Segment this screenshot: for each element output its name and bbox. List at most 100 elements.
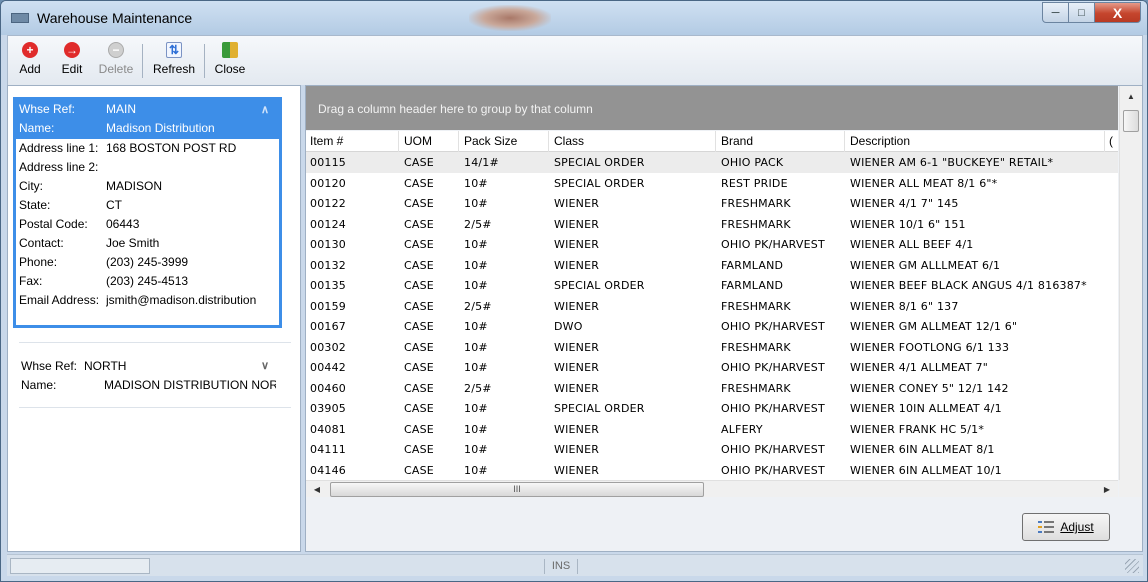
resize-grip-icon[interactable] [1125, 559, 1139, 573]
cell-class: WIENER [554, 361, 600, 374]
whse-ref-row: Whse Ref: NORTH [16, 357, 286, 376]
vertical-scroll-thumb[interactable] [1123, 110, 1139, 132]
edit-button[interactable]: → Edit [54, 38, 90, 84]
cell-brand: OHIO PK/HARVEST [721, 361, 825, 374]
cell-class: SPECIAL ORDER [554, 156, 645, 169]
table-row[interactable]: 00130 CASE 10# WIENER OHIO PK/HARVEST WIENER … [306, 234, 1118, 255]
state-label: State: [19, 198, 51, 212]
column-header-pack-size[interactable]: Pack Size [464, 134, 517, 148]
grid-header: Item # UOM Pack Size Class Brand Descrip… [306, 131, 1118, 152]
table-row[interactable]: 00135 CASE 10# SPECIAL ORDER FARMLAND WIENER … [306, 275, 1118, 296]
contact-label: Contact: [19, 236, 64, 250]
cell-description: WIENER GM ALLLMEAT 6/1 [850, 258, 1001, 272]
cell-description: WIENER 4/1 ALLMEAT 7" [850, 361, 988, 374]
cell-uom: CASE [404, 197, 434, 210]
warehouse-card-north[interactable]: Whse Ref: NORTH ∨ Name: MADISON DISTRIBU… [13, 353, 285, 397]
adjust-button-label: Adjust [1060, 520, 1094, 534]
table-row[interactable]: 00167 CASE 10# DWO OHIO PK/HARVEST WIENER GM … [306, 316, 1118, 337]
postal-code-label: Postal Code: [19, 217, 88, 231]
group-by-area[interactable]: Drag a column header here to group by th… [306, 86, 1118, 130]
address1-value: 168 BOSTON POST RD [106, 141, 237, 155]
phone-value: (203) 245-3999 [106, 255, 189, 269]
city-row: City: MADISON [19, 177, 282, 196]
whse-name-value: MADISON DISTRIBUTION NORTH [104, 378, 276, 392]
column-header-item[interactable]: Item # [310, 134, 343, 148]
scroll-right-icon[interactable]: ▶ [1098, 481, 1116, 498]
table-row[interactable]: 00122 CASE 10# WIENER FRESHMARK WIENER 4/1 7"… [306, 193, 1118, 214]
cell-uom: CASE [404, 299, 434, 313]
cell-pack-size: 10# [464, 238, 488, 251]
window-close-button[interactable]: X [1095, 2, 1141, 23]
cell-class: WIENER [554, 463, 600, 477]
cell-class: WIENER [554, 217, 600, 231]
warehouse-card-main[interactable]: Whse Ref: MAIN ∧ Name: Madison Distribut… [13, 97, 282, 328]
whse-name-row: Name: Madison Distribution [19, 119, 282, 138]
cell-class: SPECIAL ORDER [554, 402, 645, 415]
cell-class: WIENER [554, 443, 600, 456]
collapse-icon[interactable]: ∧ [261, 103, 269, 116]
whse-ref-label: Whse Ref: [19, 102, 76, 116]
cell-class: WIENER [554, 381, 600, 395]
address2-label: Address line 2: [19, 160, 99, 174]
column-header-class[interactable]: Class [554, 134, 584, 148]
cell-pack-size: 10# [464, 463, 488, 477]
whse-name-value: Madison Distribution [106, 121, 215, 135]
email-row: Email Address: jsmith@madison.distributi… [19, 291, 282, 310]
table-row[interactable]: 00302 CASE 10# WIENER FRESHMARK WIENER FOOTLO… [306, 337, 1118, 358]
table-row[interactable]: 03905 CASE 10# SPECIAL ORDER OHIO PK/HARVEST… [306, 398, 1118, 419]
email-value: jsmith@madison.distribution [106, 293, 257, 307]
column-divider [458, 131, 459, 152]
whse-ref-row: Whse Ref: MAIN [19, 100, 282, 119]
add-button[interactable]: + Add [12, 38, 48, 84]
postal-code-row: Postal Code: 06443 [19, 215, 282, 234]
scroll-left-icon[interactable]: ◀ [308, 481, 326, 498]
column-header-brand[interactable]: Brand [721, 134, 753, 148]
table-row[interactable]: 04146 CASE 10# WIENER OHIO PK/HARVEST WIENER … [306, 460, 1118, 481]
add-icon: + [22, 42, 38, 58]
minimize-button[interactable]: ─ [1042, 2, 1069, 23]
adjust-button[interactable]: Adjust [1022, 513, 1110, 541]
whse-name-row: Name: MADISON DISTRIBUTION NORTH [16, 376, 286, 395]
cell-class: WIENER [554, 258, 600, 272]
maximize-button[interactable]: □ [1069, 2, 1095, 23]
cell-uom: CASE [404, 217, 434, 231]
cell-uom: CASE [404, 463, 434, 477]
cell-pack-size: 14/1# [464, 156, 499, 169]
close-button-label: Close [214, 62, 246, 76]
cell-brand: OHIO PK/HARVEST [721, 320, 825, 333]
cell-description: WIENER 8/1 6" 137 [850, 299, 959, 313]
cell-pack-size: 10# [464, 197, 488, 210]
table-row[interactable]: 00132 CASE 10# WIENER FARMLAND WIENER GM ALLL… [306, 255, 1118, 276]
table-row[interactable]: 00442 CASE 10# WIENER OHIO PK/HARVEST WIENER … [306, 357, 1118, 378]
scroll-up-icon[interactable]: ▲ [1120, 88, 1142, 106]
vertical-scrollbar[interactable]: ▲ ▼ [1119, 86, 1142, 496]
whse-name-label: Name: [19, 121, 55, 135]
cell-brand: FRESHMARK [721, 217, 791, 231]
horizontal-scrollbar[interactable]: ◀ III ▶ [306, 480, 1118, 497]
items-grid: 00115 CASE 14/1# SPECIAL ORDER OHIO PACK WIEN… [306, 152, 1118, 480]
table-row[interactable]: 00115 CASE 14/1# SPECIAL ORDER OHIO PACK WIEN… [306, 152, 1118, 173]
table-row[interactable]: 00460 CASE 2/5# WIENER FRESHMARK WIENER CONEY… [306, 378, 1118, 399]
column-header-description[interactable]: Description [850, 134, 910, 148]
cell-item: 00442 [310, 361, 346, 374]
table-row[interactable]: 00120 CASE 10# SPECIAL ORDER REST PRIDE WIENE… [306, 173, 1118, 194]
scroll-corner [1119, 480, 1142, 497]
close-button[interactable]: Close [210, 38, 250, 84]
cell-brand: OHIO PK/HARVEST [721, 443, 825, 456]
cell-class: DWO [554, 320, 583, 333]
cell-class: WIENER [554, 299, 600, 313]
horizontal-scroll-thumb[interactable]: III [330, 482, 704, 497]
column-header-uom[interactable]: UOM [404, 134, 432, 148]
close-door-icon [222, 42, 238, 58]
delete-icon: − [108, 42, 124, 58]
column-header-next[interactable]: ( [1109, 134, 1113, 148]
table-row[interactable]: 04081 CASE 10# WIENER ALFERY WIENER FRANK HC … [306, 419, 1118, 440]
expand-icon[interactable]: ∨ [261, 359, 269, 372]
cell-uom: CASE [404, 258, 434, 272]
delete-button[interactable]: − Delete [94, 38, 138, 84]
table-row[interactable]: 00124 CASE 2/5# WIENER FRESHMARK WIENER 10/1 … [306, 214, 1118, 235]
table-row[interactable]: 00159 CASE 2/5# WIENER FRESHMARK WIENER 8/1 6… [306, 296, 1118, 317]
refresh-button[interactable]: ⇅ Refresh [148, 38, 200, 84]
table-row[interactable]: 04111 CASE 10# WIENER OHIO PK/HARVEST WIENER … [306, 439, 1118, 460]
cell-brand: OHIO PK/HARVEST [721, 402, 825, 415]
